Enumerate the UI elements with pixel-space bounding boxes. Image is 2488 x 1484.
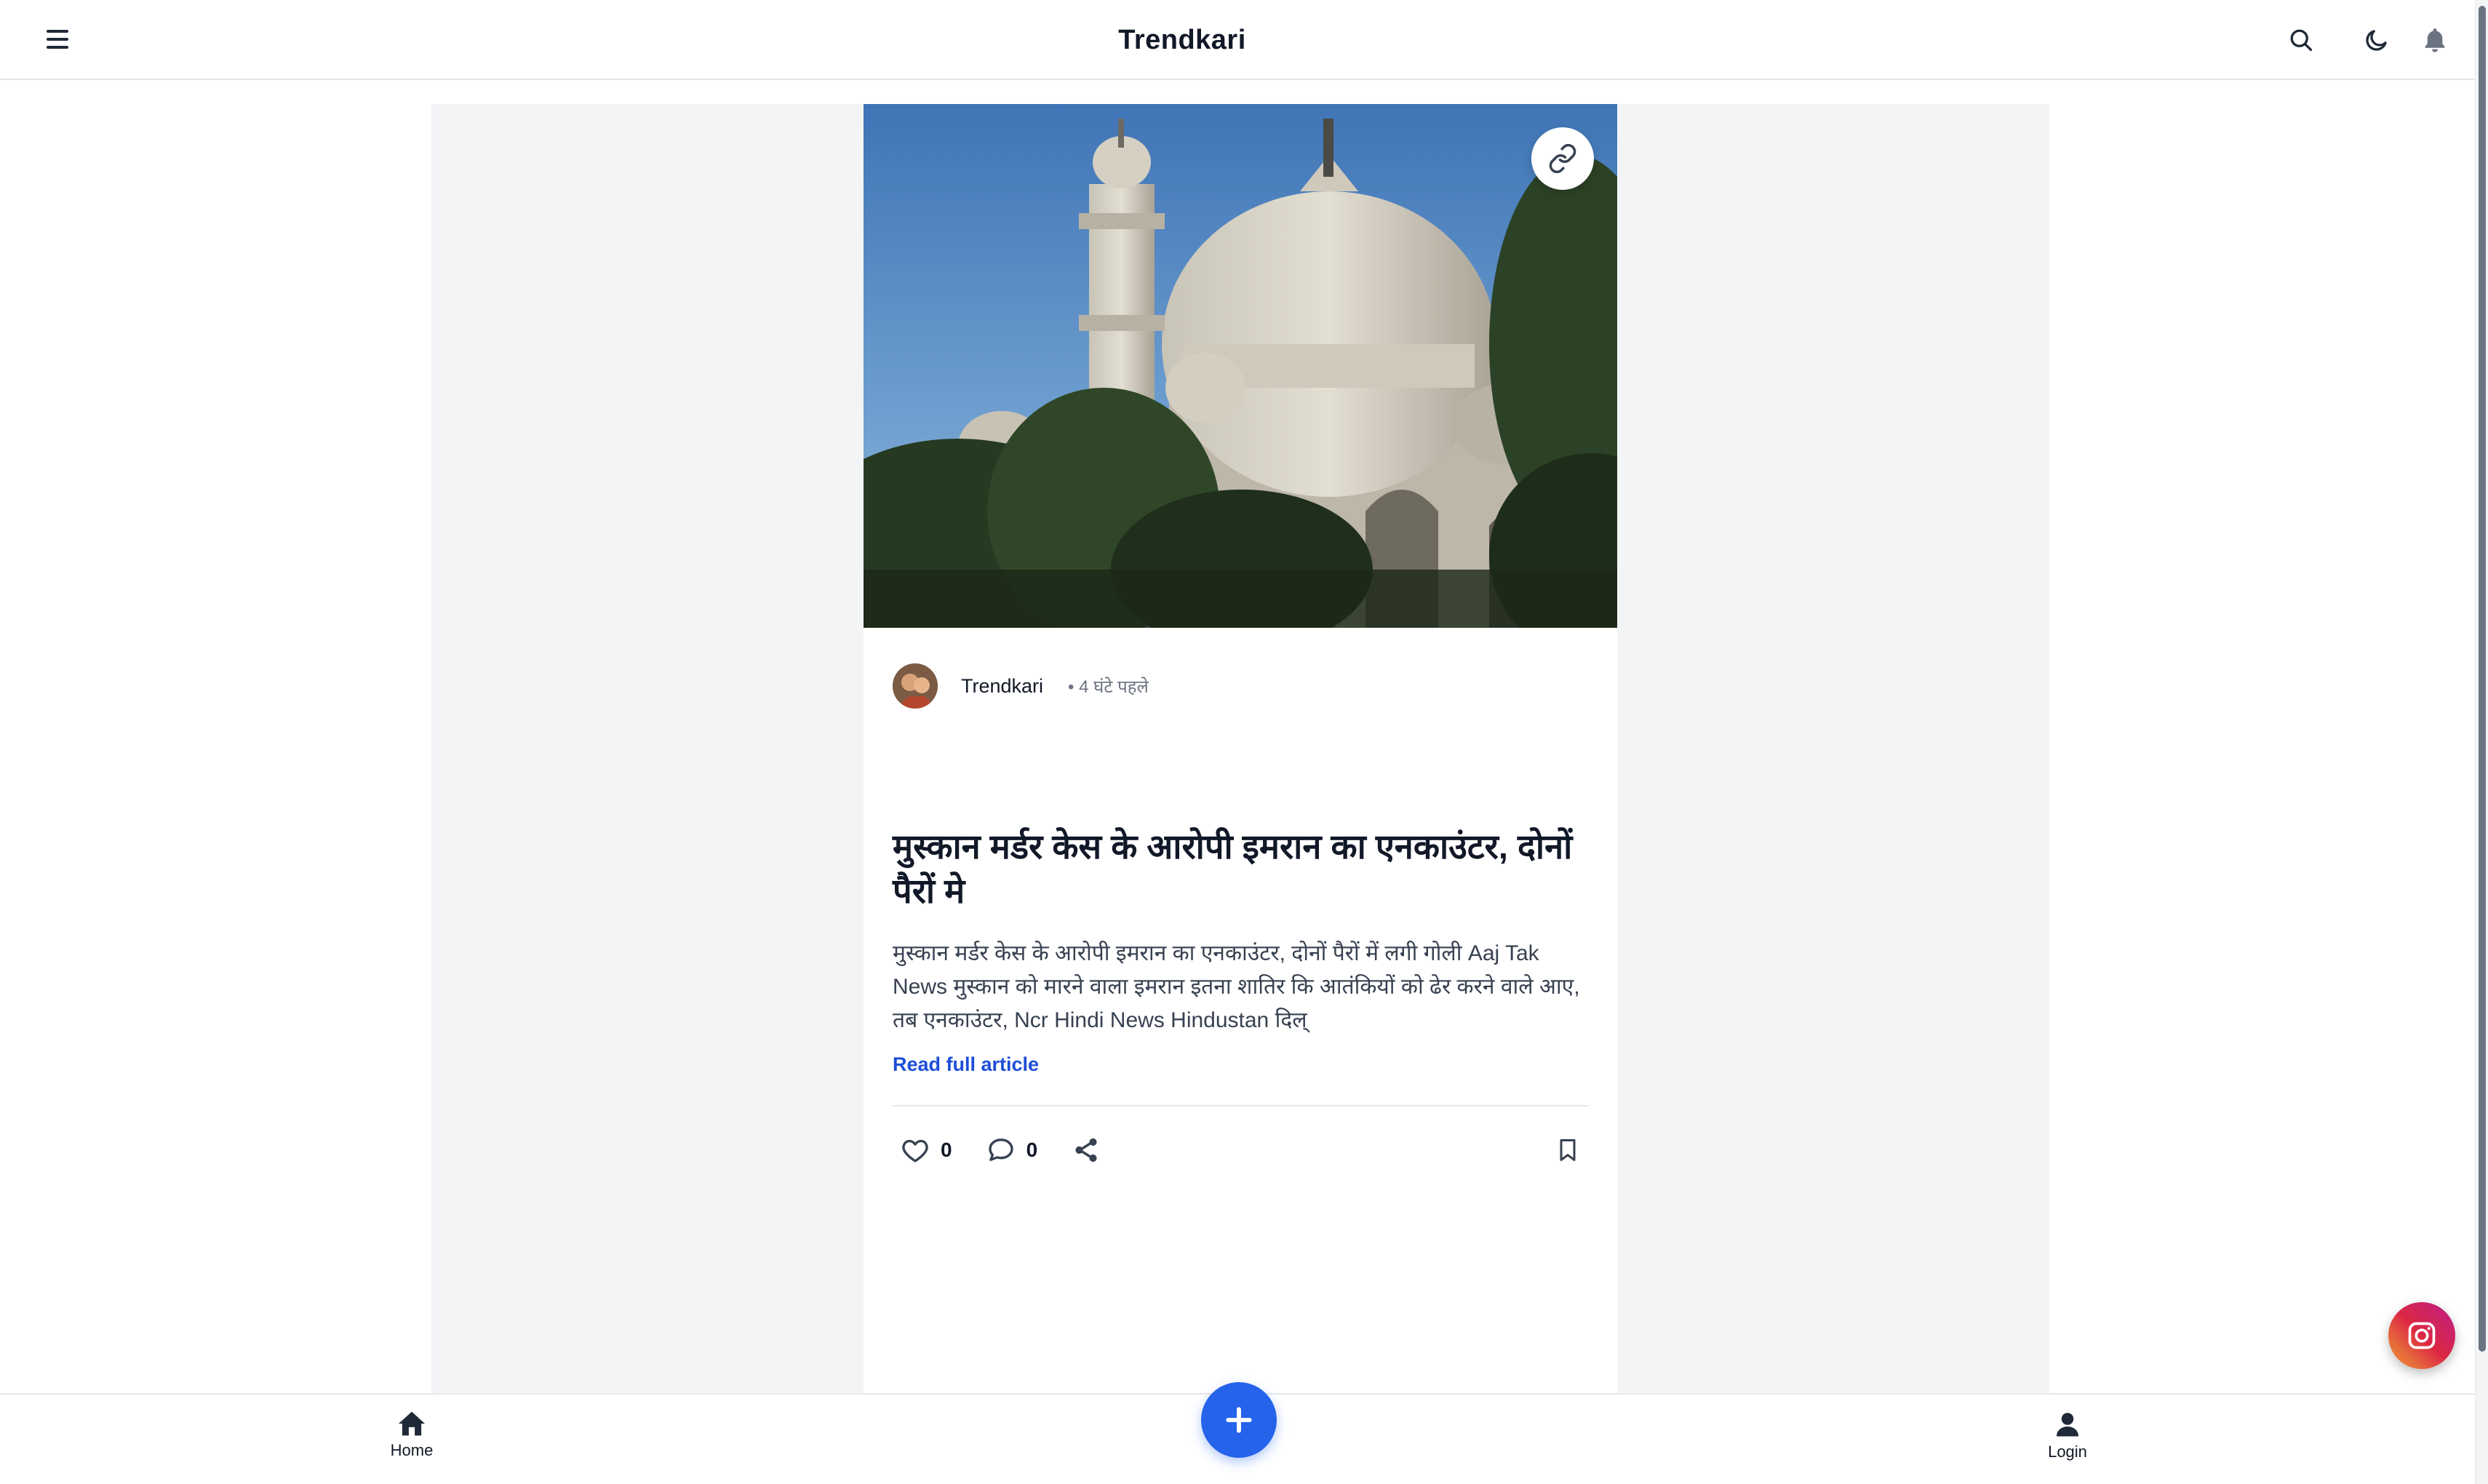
- nav-home-label: Home: [390, 1441, 434, 1459]
- link-icon: [1549, 143, 1576, 174]
- top-header: Trendkari: [0, 0, 2488, 80]
- instagram-button[interactable]: [2388, 1302, 2455, 1369]
- user-icon: [2057, 1413, 2078, 1437]
- like-button[interactable]: 0: [900, 1136, 952, 1165]
- home-icon: [399, 1411, 425, 1436]
- comment-count: 0: [1026, 1138, 1038, 1161]
- read-full-article-link[interactable]: Read full article: [893, 1053, 1039, 1076]
- brand-title[interactable]: Trendkari: [0, 0, 2364, 80]
- moon-icon[interactable]: [2359, 22, 2395, 58]
- post-actions: 0 0: [893, 1128, 1588, 1172]
- nav-login-label: Login: [2048, 1443, 2087, 1461]
- author-avatar[interactable]: [893, 663, 938, 709]
- copy-link-button[interactable]: [1531, 127, 1594, 190]
- divider: [893, 1105, 1588, 1106]
- post-image[interactable]: [864, 104, 1617, 628]
- scrollbar-thumb[interactable]: [2479, 6, 2486, 1352]
- instagram-icon: [2408, 1322, 2436, 1349]
- post-meta: Trendkari • 4 घंटे पहले: [893, 663, 1149, 709]
- post-excerpt: मुस्कान मर्डर केस के आरोपी इमरान का एनका…: [893, 941, 1580, 1032]
- heart-icon: [902, 1139, 928, 1162]
- search-icon[interactable]: [2283, 22, 2319, 58]
- post-card: Trendkari • 4 घंटे पहले मुस्कान मर्डर के…: [864, 104, 1617, 1395]
- nav-home[interactable]: Home: [368, 1411, 455, 1476]
- post-title[interactable]: मुस्कान मर्डर केस के आरोपी इमरान का एनका…: [893, 824, 1591, 913]
- comment-button[interactable]: 0: [986, 1136, 1038, 1165]
- share-icon: [1075, 1138, 1097, 1162]
- page-scrollbar[interactable]: [2475, 0, 2488, 1484]
- bookmark-icon: [1560, 1139, 1576, 1161]
- share-button[interactable]: [1072, 1136, 1100, 1164]
- bookmark-button[interactable]: [1555, 1135, 1581, 1165]
- plus-icon: [1226, 1407, 1252, 1433]
- post-time: • 4 घंटे पहले: [1068, 677, 1149, 697]
- author-name[interactable]: Trendkari: [961, 675, 1043, 698]
- add-post-button[interactable]: [1201, 1382, 1277, 1458]
- like-count: 0: [941, 1138, 952, 1161]
- bell-icon[interactable]: [2417, 22, 2453, 58]
- nav-login[interactable]: Login: [2024, 1411, 2111, 1476]
- comment-icon: [988, 1138, 1013, 1161]
